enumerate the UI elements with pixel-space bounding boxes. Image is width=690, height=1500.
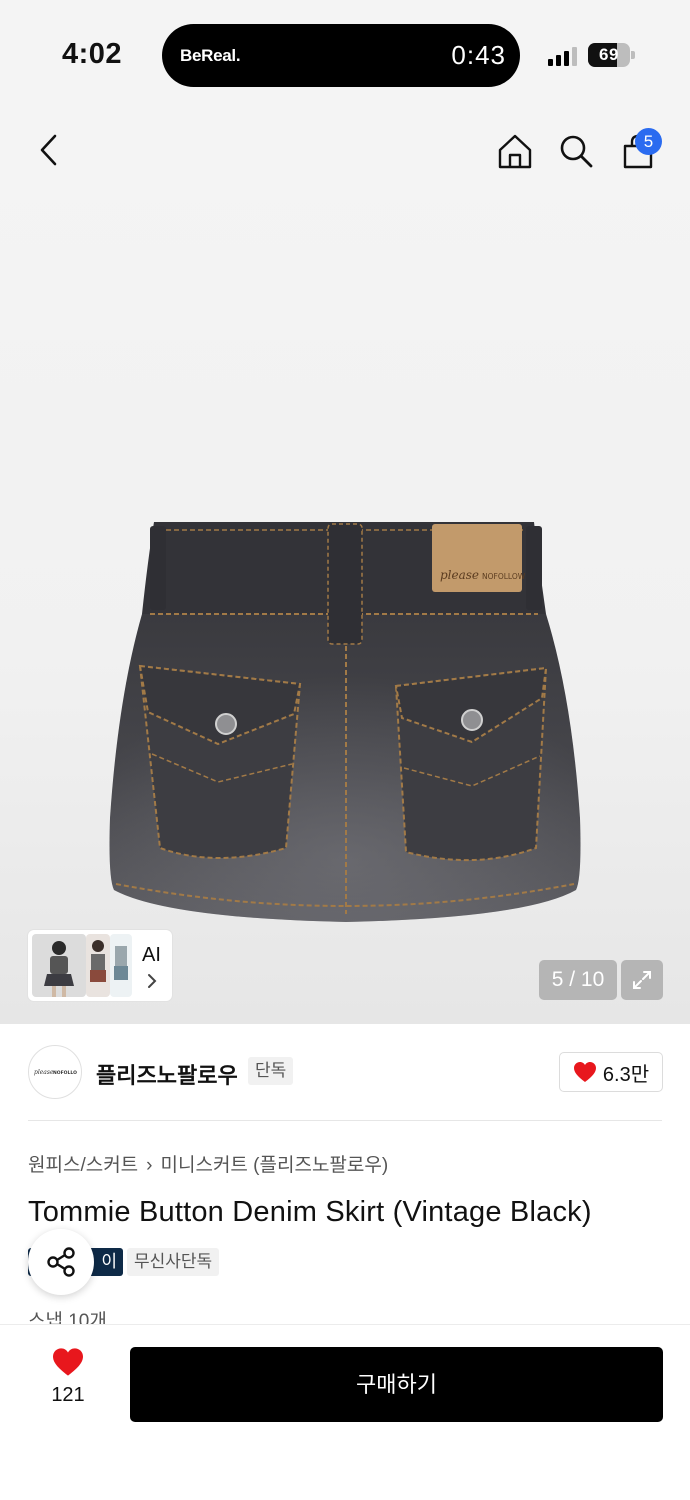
- dynamic-island[interactable]: BeReal. 0:43: [162, 24, 520, 87]
- product-like-button[interactable]: 121: [36, 1347, 100, 1407]
- divider: [28, 1120, 662, 1121]
- brand-like-button[interactable]: 6.3만: [559, 1052, 663, 1092]
- bottom-action-bar: 121 구매하기: [0, 1324, 690, 1500]
- brand-logo[interactable]: pleaseNOFOLLOW: [28, 1045, 82, 1099]
- breadcrumb: 원피스/스커트 › 미니스커트 (플리즈노팔로우): [28, 1150, 388, 1177]
- ai-label: AI: [142, 944, 161, 966]
- exclusive-tag: 단독: [248, 1057, 294, 1085]
- expand-icon[interactable]: [621, 960, 663, 1000]
- svg-text:NOFOLLOW: NOFOLLOW: [53, 1070, 77, 1076]
- heart-icon: [53, 1348, 83, 1376]
- breadcrumb-subcategory[interactable]: 미니스커트 (플리즈노팔로우): [161, 1155, 389, 1176]
- brand-name[interactable]: 플리즈노팔로우: [96, 1058, 238, 1090]
- product-title: Tommie Button Denim Skirt (Vintage Black…: [28, 1196, 592, 1228]
- top-navigation: [0, 110, 690, 200]
- battery-icon: 69: [588, 43, 630, 67]
- search-icon[interactable]: [552, 127, 600, 175]
- snap-count[interactable]: 스냅 10개: [28, 1306, 107, 1324]
- island-timer: 0:43: [451, 40, 506, 70]
- product-image: please NOFOLLOW: [109, 522, 581, 922]
- island-app-name: BeReal.: [180, 46, 241, 65]
- status-time: 4:02: [62, 38, 123, 70]
- buy-button[interactable]: 구매하기: [130, 1347, 663, 1422]
- product-image-gallery[interactable]: please NOFOLLOW AI 5 / 10: [0, 110, 690, 1024]
- svg-text:please: please: [34, 1069, 54, 1076]
- svg-text:NOFOLLOW: NOFOLLOW: [482, 572, 526, 581]
- battery-cap: [631, 51, 635, 59]
- share-icon: [47, 1247, 75, 1277]
- brand-like-count: 6.3만: [602, 1063, 650, 1086]
- status-bar: 4:02 BeReal. 0:43 69: [0, 0, 690, 110]
- cart-count-badge: 5: [635, 128, 662, 155]
- model-thumbnail-image: [32, 934, 86, 997]
- heart-icon: [573, 1062, 596, 1082]
- chevron-right-icon: ›: [146, 1155, 153, 1176]
- cellular-signal-icon: [548, 46, 578, 66]
- home-icon[interactable]: [491, 127, 539, 175]
- style-thumbnail-image: [110, 934, 132, 997]
- product-like-count: 121: [51, 1384, 85, 1406]
- chevron-left-icon[interactable]: [24, 126, 72, 174]
- style-thumbnail-image: [86, 934, 110, 997]
- image-pager: 5 / 10: [539, 960, 617, 1000]
- brand-row: pleaseNOFOLLOW 플리즈노팔로우 단독 6.3만: [0, 1024, 690, 1122]
- label-patch-text: please: [440, 568, 479, 582]
- chevron-right-icon: [148, 974, 157, 988]
- share-button[interactable]: [28, 1229, 94, 1295]
- breadcrumb-category[interactable]: 원피스/스커트: [28, 1155, 138, 1176]
- product-tag-exclusive: 무신사단독: [127, 1248, 220, 1276]
- ai-thumbnail-card[interactable]: AI: [28, 930, 172, 1001]
- battery-level: 69: [599, 45, 619, 64]
